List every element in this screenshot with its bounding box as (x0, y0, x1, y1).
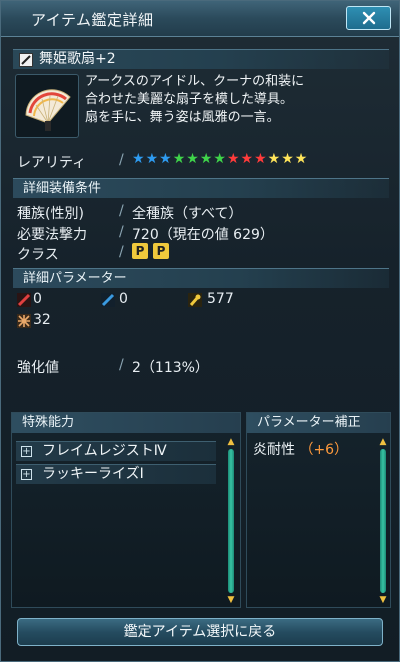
rarity-star-icon: ★ (281, 151, 294, 167)
ranged-attack-value: 0 (119, 291, 128, 307)
appraisal-detail-window: アイテム鑑定詳細 舞姫歌扇+2 アークスのアイドル、クーナの和装に 合わせた美麗… (0, 0, 400, 662)
rarity-star-icon: ★ (132, 151, 145, 167)
rarity-label: レアリティ (17, 155, 87, 171)
separator: / (119, 152, 124, 168)
melee-attack-value: 0 (33, 291, 42, 307)
class-label: クラス (17, 247, 59, 263)
window-title: アイテム鑑定詳細 (31, 11, 154, 29)
scroll-track[interactable] (380, 449, 386, 593)
scroll-up-icon[interactable]: ▲ (226, 437, 236, 447)
special-abilities-panel: 特殊能力 + フレイムレジストⅣ + ラッキーライズⅠ ▲ ▼ (11, 412, 241, 608)
expand-icon: + (21, 469, 32, 480)
wand-category-icon (19, 53, 33, 67)
separator: / (119, 203, 124, 219)
special-abilities-header: 特殊能力 (12, 413, 240, 433)
separator: / (119, 224, 124, 240)
rarity-star-icon: ★ (226, 151, 240, 167)
title-bar: アイテム鑑定詳細 (1, 1, 399, 37)
ranged-attack-icon (101, 293, 115, 307)
separator: / (119, 357, 124, 373)
bonus-stat-value: （+6） (299, 442, 349, 458)
dexterity-icon (17, 314, 31, 328)
race-label: 種族(性別) (17, 206, 84, 222)
parameter-bonus-header: パラメーター補正 (247, 413, 390, 433)
tech-attack-value: 577 (207, 291, 234, 307)
rarity-star-icon: ★ (240, 151, 254, 167)
rarity-star-icon: ★ (159, 151, 172, 167)
rarity-stars: ★ ★ ★ ★ ★ ★ ★ ★ ★ ★ ★ ★ ★ (132, 151, 307, 167)
melee-attack-icon (17, 293, 31, 307)
race-value: 全種族（すべて） (132, 206, 243, 222)
rarity-star-icon: ★ (186, 151, 199, 167)
scroll-track[interactable] (228, 449, 234, 593)
tech-attack-icon (188, 293, 202, 307)
parameter-bonus-scrollbar[interactable]: ▲ ▼ (378, 437, 388, 605)
scroll-down-icon[interactable]: ▼ (226, 595, 236, 605)
item-name: 舞姫歌扇+2 (39, 51, 116, 67)
scroll-down-icon[interactable]: ▼ (378, 595, 388, 605)
rarity-star-icon: ★ (145, 151, 159, 167)
bonus-stat-label: 炎耐性 (253, 442, 295, 458)
fan-weapon-icon (15, 74, 79, 138)
attack-requirement-label: 必要法撃力 (17, 227, 87, 243)
special-ability-label: フレイムレジストⅣ (42, 443, 167, 459)
dexterity-value: 32 (33, 312, 51, 328)
class-badge-icon: P (132, 243, 148, 259)
grind-value: 2（113%） (132, 360, 209, 376)
expand-icon: + (21, 446, 32, 457)
scroll-up-icon[interactable]: ▲ (378, 437, 388, 447)
rarity-star-icon: ★ (213, 151, 226, 167)
special-ability-item[interactable]: + フレイムレジストⅣ (16, 441, 216, 461)
parameter-bonus-row: 炎耐性 （+6） (253, 441, 348, 459)
grind-label: 強化値 (17, 360, 59, 376)
rarity-star-icon: ★ (267, 151, 281, 167)
rarity-star-icon: ★ (254, 151, 267, 167)
item-name-bar: 舞姫歌扇+2 (13, 49, 389, 69)
item-description: アークスのアイドル、クーナの和装に 合わせた美麗な扇子を模した導具。 扇を手に、… (85, 74, 305, 125)
parameters-header: 詳細パラメーター (13, 268, 389, 288)
class-badge-icon: P (153, 243, 169, 259)
requirements-header: 詳細装備条件 (13, 178, 389, 198)
close-icon (362, 11, 375, 25)
rarity-star-icon: ★ (294, 151, 308, 167)
special-abilities-scrollbar[interactable]: ▲ ▼ (226, 437, 236, 605)
rarity-star-icon: ★ (199, 151, 213, 167)
close-button[interactable] (346, 6, 391, 30)
attack-requirement-value: 720（現在の値 629） (132, 227, 274, 243)
separator: / (119, 244, 124, 260)
special-ability-label: ラッキーライズⅠ (42, 466, 144, 482)
back-to-selection-button[interactable]: 鑑定アイテム選択に戻る (17, 618, 383, 646)
rarity-star-icon: ★ (172, 151, 186, 167)
special-ability-item[interactable]: + ラッキーライズⅠ (16, 464, 216, 484)
parameter-bonus-panel: パラメーター補正 炎耐性 （+6） ▲ ▼ (246, 412, 391, 608)
